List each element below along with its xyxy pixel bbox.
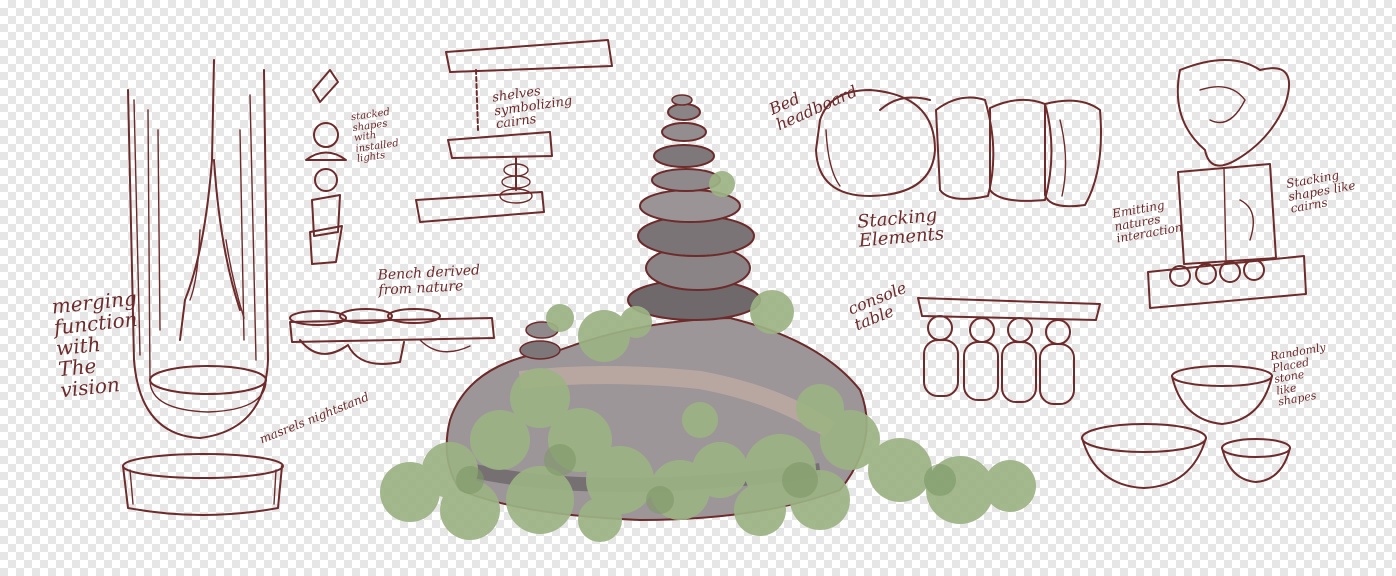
shelves-sketch bbox=[415, 39, 613, 223]
nightstand-sketch bbox=[122, 453, 284, 516]
stacking-elements-note: Stacking Elements bbox=[856, 204, 945, 252]
bench-note: Bench derived from nature bbox=[377, 262, 481, 299]
sculpture-sketch bbox=[1147, 59, 1307, 309]
stacked-lamp-sketch bbox=[305, 69, 347, 265]
headboard-sketch bbox=[815, 89, 1102, 208]
console-table-sketch bbox=[917, 297, 1101, 405]
stacked-shapes-note: stacked shapes with installed lights bbox=[350, 106, 400, 165]
bowls-sketch bbox=[1081, 365, 1291, 489]
randomly-placed-note: Randomly Placed stone like shapes bbox=[1269, 340, 1327, 409]
merging-function-note: merging function with The vision bbox=[50, 285, 139, 403]
hanging-lamp-sketch bbox=[127, 59, 269, 439]
sketch-canvas bbox=[122, 39, 1307, 542]
bench-sketch bbox=[289, 308, 495, 365]
